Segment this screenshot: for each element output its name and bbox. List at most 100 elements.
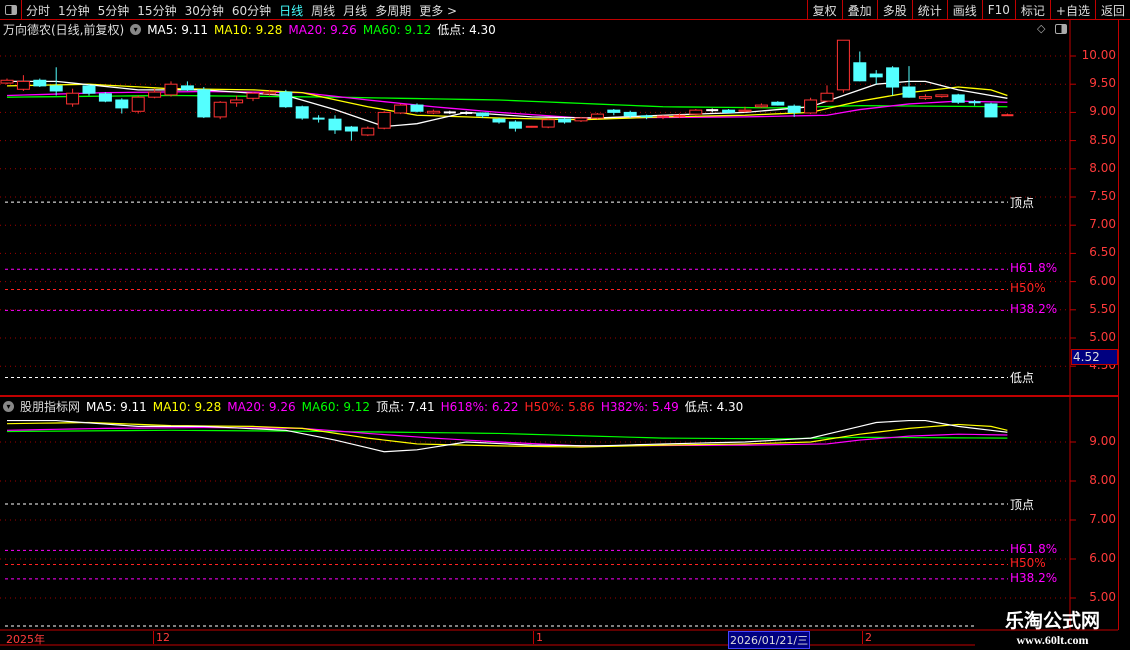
- candle: [443, 110, 456, 115]
- candle: [197, 87, 211, 119]
- axis-label: 9.50: [1089, 76, 1116, 91]
- legend-h50: H50%: 5.86: [524, 399, 595, 414]
- axis-label: 9.00: [1089, 434, 1116, 448]
- candle: [754, 103, 768, 108]
- sub-level-h50-label: H50%: [1010, 556, 1046, 571]
- candle: [115, 98, 129, 114]
- candle-body: [33, 79, 47, 87]
- candle-body: [541, 119, 555, 128]
- indicator-title: 股朋指标网: [20, 400, 81, 414]
- sub-level-top-label: 顶点: [1010, 498, 1035, 512]
- candle: [558, 118, 572, 124]
- level-h50-label: H50%: [1010, 281, 1046, 296]
- candle: [574, 116, 588, 122]
- candle: [869, 70, 883, 85]
- candle-body: [394, 104, 408, 114]
- candle: [951, 93, 965, 104]
- candle-body: [820, 92, 834, 102]
- candle: [164, 81, 178, 97]
- level-h382-label: H38.2%: [1010, 302, 1058, 317]
- candle-body: [410, 104, 424, 112]
- candle: [657, 115, 669, 120]
- axis-label: 6.50: [1089, 245, 1116, 260]
- axis-label: 5.00: [1089, 590, 1116, 604]
- chevron-down-icon[interactable]: ▾: [3, 401, 14, 412]
- legend-ma5: MA5: 9.11: [86, 399, 147, 414]
- axis-label: 8.00: [1089, 160, 1116, 175]
- candle: [541, 118, 555, 129]
- candle: [344, 125, 358, 141]
- watermark-url: www.60lt.com: [1016, 633, 1089, 647]
- candle: [33, 78, 47, 88]
- candle: [230, 95, 244, 107]
- candle: [722, 109, 736, 113]
- candle-body: [558, 118, 572, 123]
- candle: [508, 120, 522, 132]
- candle-body: [164, 83, 178, 96]
- candle: [689, 109, 703, 116]
- candle: [426, 109, 440, 115]
- candle-body: [246, 92, 260, 99]
- candle-body: [984, 103, 998, 118]
- candle: [918, 94, 932, 100]
- axis-label: 8.50: [1089, 132, 1116, 147]
- candle: [0, 78, 14, 85]
- candle-body: [607, 109, 621, 113]
- legend-ma10: MA10: 9.28: [152, 399, 222, 414]
- candle-body: [279, 91, 293, 108]
- candle: [312, 115, 325, 123]
- axis-label: 7.00: [1089, 217, 1116, 232]
- candle: [377, 111, 391, 130]
- level-top-label: 顶点: [1010, 196, 1035, 211]
- candle: [492, 118, 506, 124]
- candle: [279, 89, 293, 108]
- axis-label: 10.00: [1081, 48, 1116, 62]
- candle-body: [574, 117, 588, 122]
- candle: [607, 109, 621, 116]
- candle: [460, 111, 473, 115]
- legend-low: 低点: 4.30: [684, 400, 744, 414]
- legend-ma60: MA60: 9.12: [301, 399, 371, 414]
- candle-body: [722, 109, 736, 113]
- candle: [213, 101, 227, 120]
- time-label-dec: 12: [153, 631, 170, 644]
- candle-body: [492, 118, 506, 123]
- axis-label: 6.00: [1089, 551, 1116, 565]
- candle-body: [344, 126, 358, 132]
- candle: [361, 126, 375, 137]
- watermark: 乐淘公式网 www.60lt.com: [975, 606, 1130, 648]
- candle-body: [836, 39, 850, 91]
- candle: [706, 108, 719, 113]
- candle-body: [230, 99, 244, 104]
- side-panel-strip[interactable]: [1118, 20, 1130, 630]
- candle-body: [508, 121, 522, 129]
- sub-level-h382-label: H38.2%: [1010, 570, 1058, 585]
- candle: [180, 81, 194, 91]
- cursor-date: 2026/01/21/三: [728, 631, 811, 649]
- candle: [1001, 113, 1014, 117]
- candle-body: [328, 118, 342, 131]
- time-label-feb: 2: [862, 631, 872, 644]
- candle-body: [377, 111, 391, 129]
- axis-label: 5.00: [1089, 330, 1116, 344]
- candle: [246, 92, 260, 102]
- time-label-jan: 1: [533, 631, 543, 644]
- candle: [590, 112, 604, 120]
- axis-label: 5.50: [1089, 301, 1116, 316]
- candle: [820, 85, 834, 103]
- candle-body: [853, 62, 867, 82]
- time-label-year: 2025年: [6, 633, 45, 646]
- candle-body: [98, 93, 112, 102]
- candle-body: [361, 127, 375, 136]
- candle-body: [935, 94, 949, 98]
- candle-body: [295, 106, 309, 119]
- candle-body: [131, 96, 145, 112]
- candle: [836, 39, 850, 93]
- candle-body: [66, 92, 80, 105]
- candle-body: [869, 73, 883, 78]
- candle: [98, 92, 112, 103]
- candle-body: [213, 101, 227, 118]
- kline-chart[interactable]: [0, 0, 1130, 650]
- candle-body: [804, 99, 818, 114]
- candle: [131, 95, 145, 114]
